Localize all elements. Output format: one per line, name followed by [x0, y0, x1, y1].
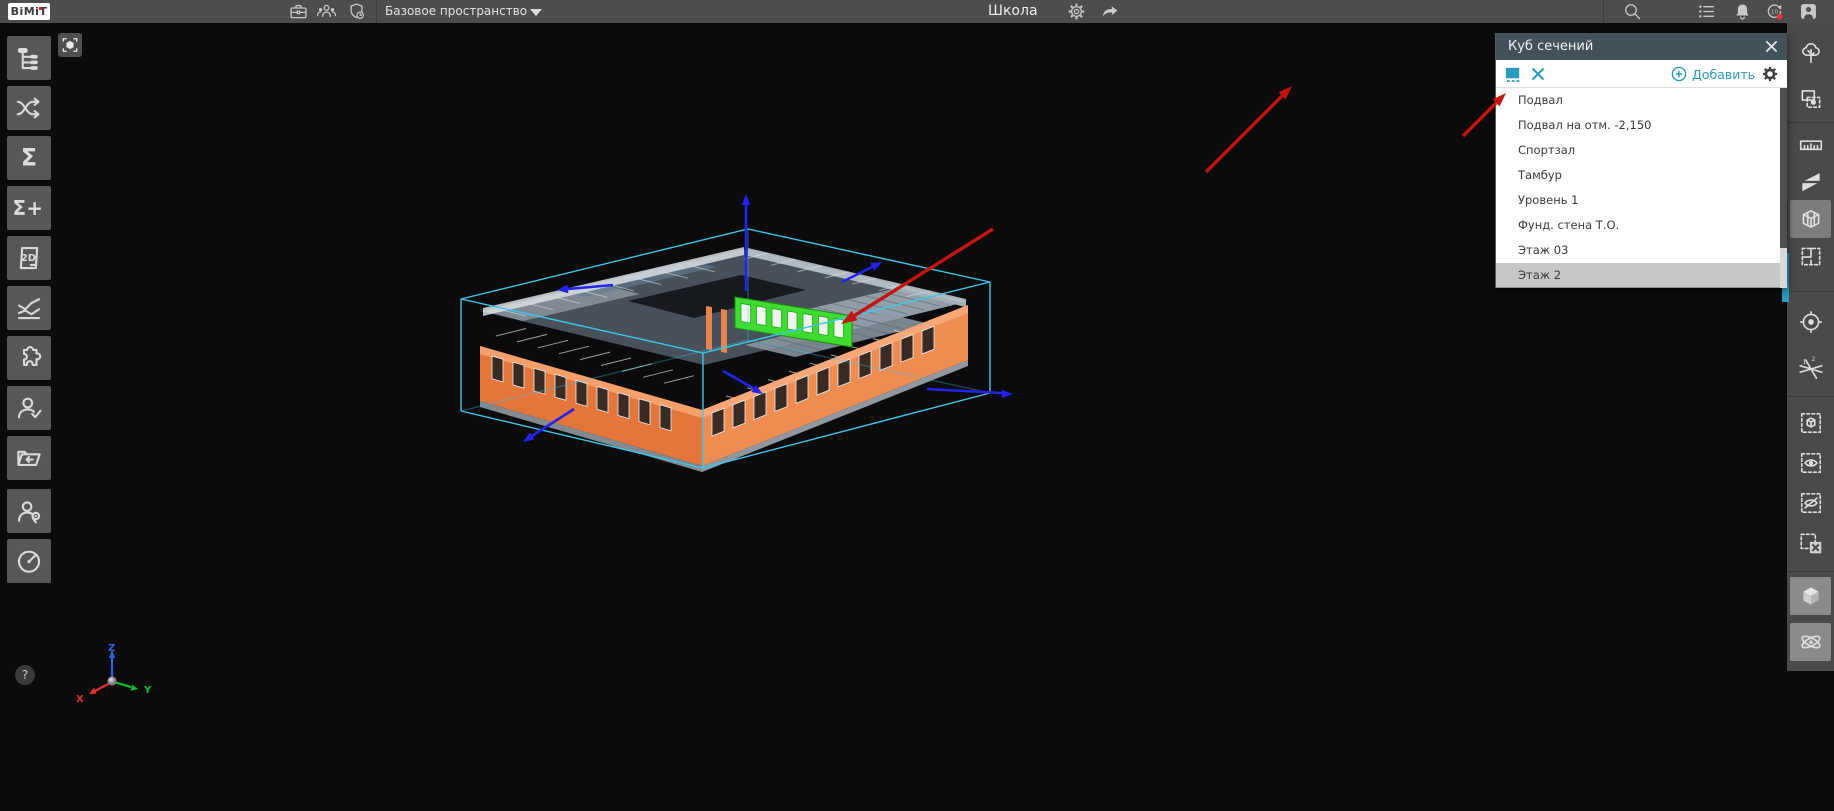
sidebar-item-sum-add[interactable]: Σ+: [7, 186, 51, 230]
svg-text:2: 2: [1811, 356, 1815, 363]
sidebar-item-dashboard-gauge[interactable]: [7, 539, 51, 583]
section-list: Подвал Подвал на отм. -2,150 Спортзал Та…: [1496, 88, 1787, 288]
briefcase-icon[interactable]: [288, 1, 309, 22]
svg-text:1: 1: [1802, 359, 1806, 366]
sidebar-item-sum[interactable]: Σ: [7, 136, 51, 180]
list-menu-icon[interactable]: [1696, 1, 1717, 22]
section-cube-icon[interactable]: [1790, 200, 1831, 238]
sidebar-item-user-approve[interactable]: [7, 386, 51, 430]
list-item[interactable]: Подвал: [1496, 88, 1787, 113]
axis-y-label: Y: [143, 685, 152, 696]
team-icon[interactable]: [316, 1, 337, 22]
panel-settings-gear-icon[interactable]: [1761, 65, 1779, 83]
sidebar-item-folder-import[interactable]: [7, 436, 51, 480]
axis-z-label: Z: [108, 643, 115, 654]
panel-scrollbar[interactable]: [1780, 88, 1787, 288]
panel-header: Куб сечений: [1496, 33, 1787, 60]
sidebar-item-clash-shuffle[interactable]: [7, 86, 51, 130]
panel-toolbar: Добавить: [1496, 60, 1787, 88]
svg-text:Σ+: Σ+: [14, 196, 43, 220]
history-icon[interactable]: 10: [1764, 1, 1785, 22]
workspace-select[interactable]: Базовое пространство: [385, 0, 527, 23]
measure-ruler-icon[interactable]: [1790, 126, 1831, 164]
workspace-dropdown-caret[interactable]: [530, 9, 542, 16]
list-item[interactable]: Фунд. стена Т.О.: [1496, 213, 1787, 238]
environment-tree-icon[interactable]: [1790, 34, 1831, 72]
list-item[interactable]: Тамбур: [1496, 163, 1787, 188]
sidebar-item-user-location[interactable]: [7, 489, 51, 533]
solid-view-cube-icon[interactable]: [1790, 577, 1831, 615]
right-toolbar: 12: [1787, 23, 1834, 671]
clear-section-icon[interactable]: [1530, 66, 1546, 82]
focus-target-icon[interactable]: [1790, 303, 1831, 341]
notifications-bell-icon[interactable]: [1732, 1, 1753, 22]
show-box-icon[interactable]: [1790, 444, 1831, 482]
axis-x-label: X: [76, 694, 84, 705]
shield-check-icon[interactable]: [346, 1, 367, 22]
handle-right: [927, 389, 1013, 398]
grids-axes-icon[interactable]: 12: [1790, 350, 1831, 388]
sidebar-item-model-tree[interactable]: [7, 36, 51, 80]
section-box-mode-icon[interactable]: [1504, 65, 1523, 84]
section-plane-icon[interactable]: [1790, 163, 1831, 201]
axis-triad: Z Y X: [76, 643, 152, 705]
building-model[interactable]: [480, 247, 968, 472]
focus-model-button[interactable]: [58, 33, 82, 57]
topbar-divider-right: [1603, 0, 1604, 23]
clear-box-icon[interactable]: [1790, 524, 1831, 562]
list-item[interactable]: Спортзал: [1496, 138, 1787, 163]
app-logo[interactable]: BiMiT: [8, 3, 50, 20]
notification-dot: [1777, 14, 1783, 20]
project-title: Школа: [988, 0, 1038, 23]
svg-text:Σ: Σ: [21, 144, 37, 172]
search-icon[interactable]: [1622, 1, 1643, 22]
plus-circle-icon: [1671, 66, 1687, 82]
history-badge-count: 10: [1771, 10, 1779, 16]
top-bar: BiMiT Базовое пространство Школа 10: [0, 0, 1834, 23]
logo-accent-dot: [39, 7, 42, 10]
add-section-label: Добавить: [1692, 67, 1755, 82]
list-item[interactable]: Уровень 1: [1496, 188, 1787, 213]
hide-box-icon[interactable]: [1790, 484, 1831, 522]
panel-scrollbar-thumb[interactable]: [1780, 88, 1787, 248]
orbit-icon[interactable]: [1790, 623, 1831, 661]
topbar-divider: [376, 0, 377, 23]
list-item[interactable]: Этаж 03: [1496, 238, 1787, 263]
account-icon[interactable]: [1798, 1, 1819, 22]
floorplan-icon[interactable]: [1790, 237, 1831, 275]
svg-text:2D: 2D: [21, 253, 36, 264]
panel-close-icon[interactable]: [1764, 39, 1779, 54]
add-section-button[interactable]: Добавить: [1671, 64, 1755, 84]
panel-title: Куб сечений: [1508, 39, 1593, 54]
isolate-box-icon[interactable]: [1790, 404, 1831, 442]
help-button[interactable]: ?: [15, 665, 35, 685]
settings-gear-icon[interactable]: [1066, 1, 1087, 22]
share-icon[interactable]: [1100, 1, 1121, 22]
handle-lower-right: [723, 371, 763, 394]
sidebar-item-plugins[interactable]: [7, 336, 51, 380]
list-item-selected[interactable]: Этаж 2: [1496, 263, 1787, 288]
list-item[interactable]: Подвал на отм. -2,150: [1496, 113, 1787, 138]
select-similar-icon[interactable]: [1790, 80, 1831, 118]
sidebar-item-charts[interactable]: [7, 286, 51, 330]
section-cube-panel: Куб сечений Добавить Подвал Подвал на от…: [1495, 33, 1787, 288]
sidebar-item-2d-drawings[interactable]: 2D: [7, 236, 51, 280]
